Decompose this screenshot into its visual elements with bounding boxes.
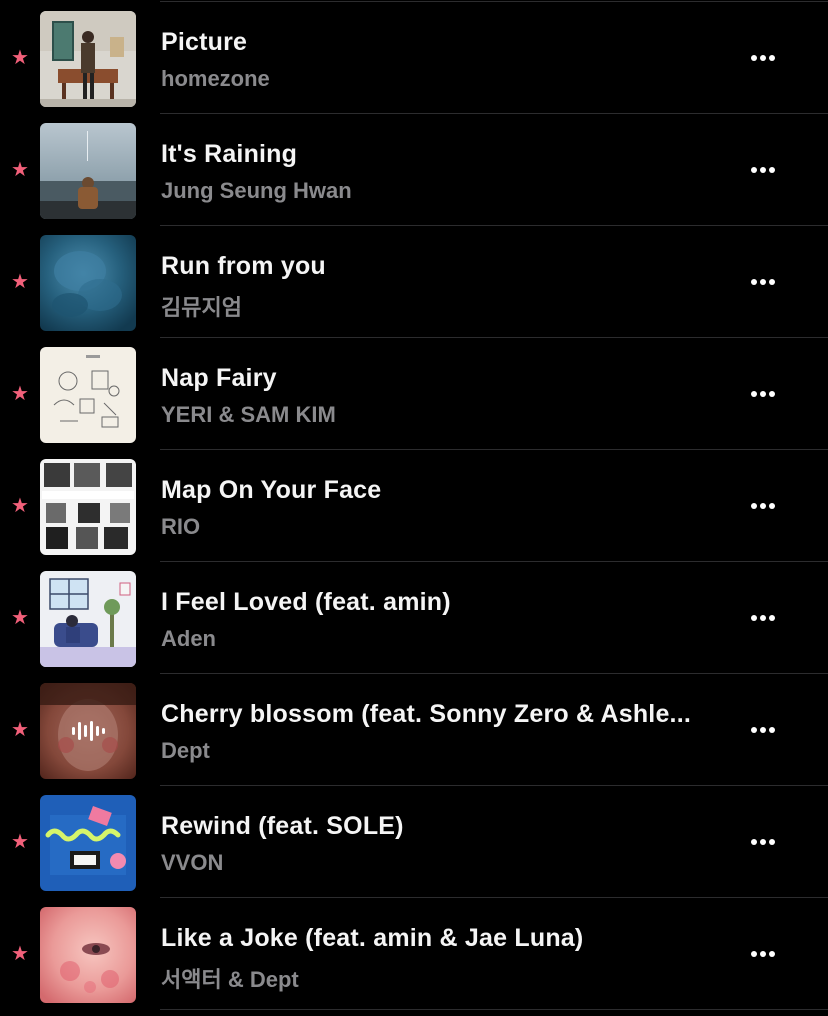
album-art bbox=[40, 459, 136, 555]
track-artist: Dept bbox=[161, 738, 210, 763]
track-row[interactable]: ★ Run from you 김뮤지엄 bbox=[0, 226, 828, 338]
track-title: It's Raining bbox=[161, 140, 298, 168]
track-artist: YERI & SAM KIM bbox=[161, 402, 336, 427]
album-art bbox=[40, 907, 136, 1003]
track-artist: 김뮤지엄 bbox=[161, 295, 242, 320]
ellipsis-icon[interactable] bbox=[744, 46, 782, 70]
album-art bbox=[40, 795, 136, 891]
track-title: Map On Your Face bbox=[161, 476, 382, 504]
track-artist: homezone bbox=[161, 66, 270, 91]
track-row[interactable]: ★ I Feel Loved (feat. amin) Aden bbox=[0, 562, 828, 674]
album-art bbox=[40, 347, 136, 443]
track-row[interactable]: ★ Picture homezone bbox=[0, 2, 828, 114]
track-title: I Feel Loved (feat. amin) bbox=[161, 588, 451, 616]
track-row[interactable]: ★ Rewind (feat. SOLE) VVON bbox=[0, 786, 828, 898]
album-art bbox=[40, 235, 136, 331]
track-title: Run from you bbox=[161, 252, 326, 280]
star-icon: ★ bbox=[11, 159, 29, 181]
ellipsis-icon[interactable] bbox=[744, 718, 782, 742]
ellipsis-icon[interactable] bbox=[744, 942, 782, 966]
track-artist: 서액터 & Dept bbox=[161, 967, 299, 992]
track-title: Picture bbox=[161, 28, 248, 56]
star-icon: ★ bbox=[11, 719, 29, 741]
now-playing-icon bbox=[70, 719, 106, 743]
track-artist: Aden bbox=[161, 626, 216, 651]
track-title: Like a Joke (feat. amin & Jae Luna) bbox=[161, 924, 584, 952]
ellipsis-icon[interactable] bbox=[744, 606, 782, 630]
track-row[interactable]: ★ It's Raining Jung Seung Hwan bbox=[0, 114, 828, 226]
star-icon: ★ bbox=[11, 831, 29, 853]
track-row[interactable]: ★ Map On Your Face RIO bbox=[0, 450, 828, 562]
track-row[interactable]: ★ Cherry blossom (feat. Sonny Zero & Ash… bbox=[0, 674, 828, 786]
track-title: Cherry blossom (feat. Sonny Zero & Ashle… bbox=[161, 700, 691, 728]
star-icon: ★ bbox=[11, 943, 29, 965]
track-artist: Jung Seung Hwan bbox=[161, 178, 352, 203]
divider bbox=[160, 1009, 828, 1010]
track-row[interactable]: ★ Nap Fairy YERI & SAM KIM bbox=[0, 338, 828, 450]
album-art bbox=[40, 11, 136, 107]
ellipsis-icon[interactable] bbox=[744, 830, 782, 854]
album-art bbox=[40, 571, 136, 667]
track-artist: VVON bbox=[161, 850, 224, 875]
track-row[interactable]: ★ Like a Joke (feat. amin & Jae Luna) 서액… bbox=[0, 898, 828, 1010]
ellipsis-icon[interactable] bbox=[744, 494, 782, 518]
star-icon: ★ bbox=[11, 495, 29, 517]
track-title: Nap Fairy bbox=[161, 364, 277, 392]
track-title: Rewind (feat. SOLE) bbox=[161, 812, 404, 840]
ellipsis-icon[interactable] bbox=[744, 270, 782, 294]
track-artist: RIO bbox=[161, 514, 201, 539]
star-icon: ★ bbox=[11, 607, 29, 629]
ellipsis-icon[interactable] bbox=[744, 158, 782, 182]
star-icon: ★ bbox=[11, 271, 29, 293]
star-icon: ★ bbox=[11, 383, 29, 405]
star-icon: ★ bbox=[11, 47, 29, 69]
track-list: ★ Picture homezone ★ It's Raining Jung S… bbox=[0, 0, 828, 1016]
album-art bbox=[40, 683, 136, 779]
ellipsis-icon[interactable] bbox=[744, 382, 782, 406]
album-art bbox=[40, 123, 136, 219]
